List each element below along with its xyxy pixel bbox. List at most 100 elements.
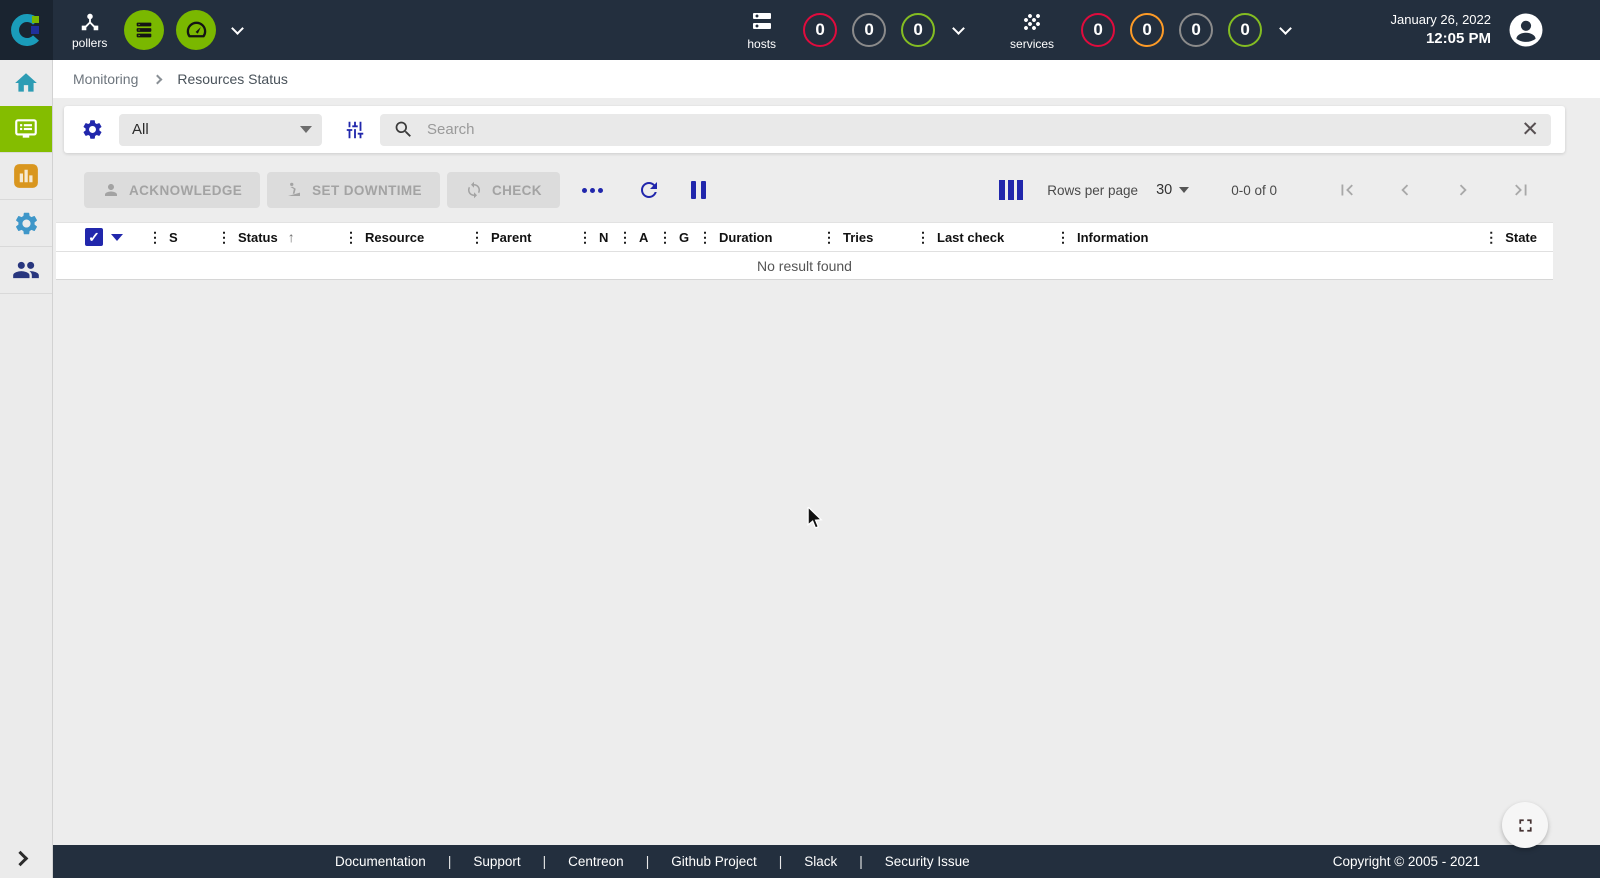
services-critical-count: 0 [1093, 20, 1102, 40]
drag-handle-icon[interactable]: ⋮ [618, 230, 632, 244]
drag-handle-icon[interactable]: ⋮ [578, 230, 592, 244]
refresh-icon [637, 178, 661, 202]
footer-link-support[interactable]: Support [473, 854, 520, 869]
more-actions-button[interactable] [578, 184, 607, 197]
drag-handle-icon[interactable]: ⋮ [217, 230, 231, 244]
pollers-menu[interactable]: pollers [72, 11, 107, 50]
footer-separator: | [646, 854, 650, 869]
hosts-unreachable-counter[interactable]: 0 [852, 13, 886, 47]
hosts-expand-chevron-icon[interactable] [952, 22, 965, 35]
breadcrumb-chevron-icon [153, 74, 163, 84]
pollers-expand-chevron-icon[interactable] [231, 22, 244, 35]
sidebar-item-administration[interactable] [0, 247, 52, 293]
copyright: Copyright © 2005 - 2021 [1333, 854, 1480, 869]
check-sync-icon [465, 181, 483, 199]
fullscreen-button[interactable] [1502, 802, 1548, 848]
rows-per-page-value: 30 [1156, 182, 1172, 198]
clear-search-icon[interactable]: ✕ [1521, 119, 1539, 140]
filter-select[interactable]: All [119, 114, 322, 146]
drag-handle-icon[interactable]: ⋮ [822, 230, 836, 244]
pagination-range: 0-0 of 0 [1231, 183, 1277, 198]
search-input[interactable] [427, 121, 1521, 138]
pagination-controls: Rows per page 30 0-0 of 0 [999, 178, 1533, 202]
acknowledge-button[interactable]: ACKNOWLEDGE [84, 172, 260, 208]
acknowledge-person-icon [102, 181, 120, 199]
footer-separator: | [448, 854, 452, 869]
search-box: ✕ [380, 114, 1551, 146]
sidebar-item-monitoring[interactable] [0, 106, 52, 152]
column-label-state[interactable]: State [1505, 230, 1537, 245]
hosts-down-counter[interactable]: 0 [803, 13, 837, 47]
services-critical-counter[interactable]: 0 [1081, 13, 1115, 47]
hosts-menu[interactable]: hosts [747, 10, 776, 51]
latency-gauge-button[interactable] [176, 10, 216, 50]
column-label-n[interactable]: N [599, 230, 608, 245]
services-warning-counter[interactable]: 0 [1130, 13, 1164, 47]
breadcrumb-monitoring[interactable]: Monitoring [73, 71, 138, 87]
column-label-last-check[interactable]: Last check [937, 230, 1004, 245]
centreon-logo-icon [11, 14, 43, 46]
services-expand-chevron-icon[interactable] [1279, 22, 1292, 35]
drag-handle-icon[interactable]: ⋮ [344, 230, 358, 244]
services-menu[interactable]: services [1010, 10, 1054, 51]
previous-page-button[interactable] [1393, 178, 1417, 202]
first-page-button[interactable] [1335, 178, 1359, 202]
footer-separator: | [779, 854, 783, 869]
tune-icon [344, 119, 366, 141]
drag-handle-icon[interactable]: ⋮ [1056, 230, 1070, 244]
footer-link-documentation[interactable]: Documentation [335, 854, 426, 869]
acknowledge-label: ACKNOWLEDGE [129, 183, 242, 198]
centreon-logo[interactable] [0, 0, 53, 60]
footer-link-centreon[interactable]: Centreon [568, 854, 624, 869]
user-avatar[interactable] [1508, 12, 1544, 48]
gauge-icon [185, 19, 208, 42]
edit-columns-button[interactable] [999, 180, 1023, 200]
monitoring-icon [13, 116, 39, 142]
filter-settings-gear-icon[interactable] [81, 118, 104, 141]
column-label-resource[interactable]: Resource [365, 230, 424, 245]
drag-handle-icon[interactable]: ⋮ [658, 230, 672, 244]
pause-autorefresh-button[interactable] [691, 181, 706, 199]
footer-link-slack[interactable]: Slack [804, 854, 837, 869]
sidebar-item-configuration[interactable] [0, 200, 52, 246]
column-label-status[interactable]: Status [238, 230, 278, 245]
user-avatar-icon [1508, 12, 1544, 48]
drag-handle-icon[interactable]: ⋮ [148, 230, 162, 244]
column-label-g[interactable]: G [679, 230, 689, 245]
sidebar-item-reporting[interactable] [0, 153, 52, 199]
column-header-resource: ⋮ Resource [344, 230, 470, 245]
rows-per-page-caret-icon [1179, 187, 1189, 193]
services-ok-counter[interactable]: 0 [1228, 13, 1262, 47]
hosts-up-counter[interactable]: 0 [901, 13, 935, 47]
set-downtime-button[interactable]: SET DOWNTIME [267, 172, 440, 208]
sidebar-item-home[interactable] [0, 60, 52, 106]
drag-handle-icon[interactable]: ⋮ [916, 230, 930, 244]
sidebar-expand-chevron-icon[interactable] [13, 851, 29, 867]
sort-ascending-arrow-icon[interactable]: ↑ [288, 229, 295, 245]
column-label-parent[interactable]: Parent [491, 230, 531, 245]
advanced-filters-button[interactable] [344, 119, 366, 141]
footer-link-security-issue[interactable]: Security Issue [885, 854, 970, 869]
column-label-tries[interactable]: Tries [843, 230, 873, 245]
breadcrumb-resources-status[interactable]: Resources Status [177, 71, 288, 87]
select-all-checkbox[interactable]: ✓ [85, 228, 103, 246]
column-label-a[interactable]: A [639, 230, 648, 245]
last-page-button[interactable] [1509, 178, 1533, 202]
drag-handle-icon[interactable]: ⋮ [698, 230, 712, 244]
column-label-duration[interactable]: Duration [719, 230, 772, 245]
poller-status-button[interactable] [124, 10, 164, 50]
drag-handle-icon[interactable]: ⋮ [470, 230, 484, 244]
drag-handle-icon[interactable]: ⋮ [1484, 230, 1498, 244]
refresh-button[interactable] [637, 178, 661, 202]
select-options-caret-icon[interactable] [111, 234, 123, 241]
check-label: CHECK [492, 183, 542, 198]
column-label-s[interactable]: S [169, 230, 178, 245]
footer-separator: | [859, 854, 863, 869]
check-button[interactable]: CHECK [447, 172, 560, 208]
rows-per-page-select[interactable]: 30 [1156, 182, 1189, 198]
services-unknown-counter[interactable]: 0 [1179, 13, 1213, 47]
footer-link-github-project[interactable]: Github Project [671, 854, 757, 869]
administration-people-icon [12, 256, 40, 284]
next-page-button[interactable] [1451, 178, 1475, 202]
column-label-information[interactable]: Information [1077, 230, 1149, 245]
